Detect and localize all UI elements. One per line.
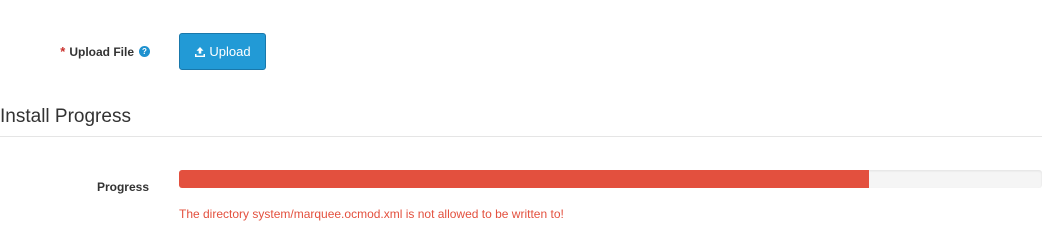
extension-installer-page: * Upload File ? Upload Install Progress …: [0, 0, 1042, 239]
progress-bar-fill: [179, 170, 870, 188]
upload-file-label: * Upload File ?: [60, 33, 150, 70]
error-message: The directory system/marquee.ocmod.xml i…: [179, 207, 564, 221]
upload-file-row: * Upload File ? Upload: [0, 33, 1042, 70]
progress-bar: [179, 170, 1042, 188]
install-progress-title: Install Progress: [0, 106, 131, 127]
upload-icon: [194, 46, 206, 58]
upload-file-label-text: Upload File: [69, 44, 134, 59]
required-marker: *: [60, 44, 66, 59]
question-circle-icon[interactable]: ?: [139, 46, 150, 57]
upload-button[interactable]: Upload: [179, 33, 266, 70]
section-divider: [0, 136, 1042, 137]
upload-button-label: Upload: [209, 44, 251, 59]
progress-label: Progress: [96, 180, 149, 194]
